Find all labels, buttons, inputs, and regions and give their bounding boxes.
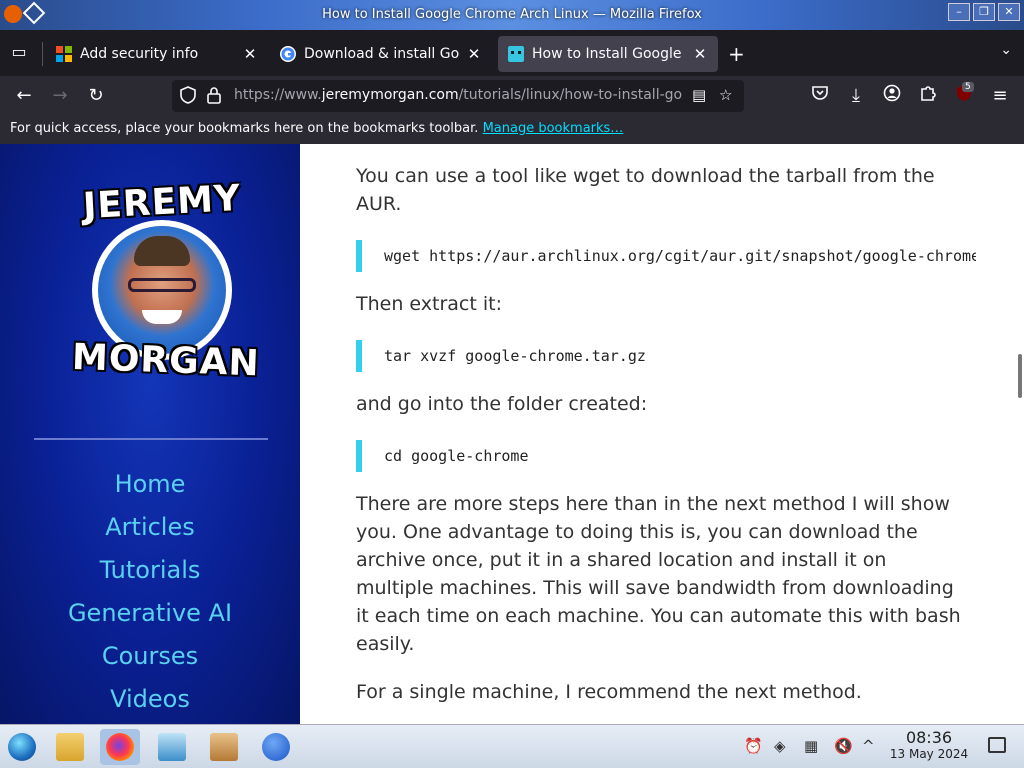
lock-icon[interactable] (206, 86, 222, 108)
forward-button[interactable]: → (48, 84, 72, 108)
close-tab-icon[interactable]: ✕ (466, 45, 482, 63)
article-content: You can use a tool like wget to download… (300, 144, 1024, 724)
reader-view-icon[interactable]: ▤ (692, 86, 706, 104)
extension-badge: 5 (962, 82, 974, 92)
url-domain: jeremymorgan.com (321, 87, 459, 103)
article-paragraph: For a single machine, I recommend the ne… (356, 681, 862, 703)
navigation-toolbar: ← → ↻ https://www.jeremymorgan.com/tutor… (0, 76, 1024, 116)
close-tab-icon[interactable]: ✕ (242, 45, 258, 63)
url-prefix: https://www. (234, 87, 322, 103)
minimize-button[interactable]: – (948, 3, 970, 21)
tab-label: Add security info (80, 46, 199, 62)
downloads-icon[interactable]: ⤓ (844, 84, 868, 108)
article-paragraph: and go into the folder created: (356, 393, 648, 415)
new-tab-button[interactable]: + (728, 42, 745, 66)
window-titlebar: How to Install Google Chrome Arch Linux … (0, 0, 1024, 30)
back-button[interactable]: ← (12, 84, 36, 108)
extensions-icon[interactable] (916, 84, 940, 108)
article-paragraph: Then extract it: (356, 293, 502, 315)
windows-orb-icon (8, 733, 36, 761)
firefox-view-icon[interactable]: ▭ (8, 42, 30, 64)
tab-bar: ▭ Add security info ✕ Download & install… (0, 30, 1024, 76)
tab-label: How to Install Google Ch (532, 46, 686, 62)
network-icon[interactable]: ◈ (774, 737, 786, 755)
tab-add-security-info[interactable]: Add security info ✕ (46, 36, 268, 72)
site-logo[interactable]: JEREMY MORGAN (71, 177, 261, 390)
close-window-button[interactable]: ✕ (998, 3, 1020, 21)
monitor-icon (158, 733, 186, 761)
taskbar-clock[interactable]: 08:36 13 May 2024 (880, 728, 978, 761)
clock-time: 08:36 (905, 728, 953, 747)
tab-download-install-google[interactable]: Download & install Goog ✕ (270, 36, 492, 72)
taskbar-system-monitor[interactable] (152, 729, 192, 765)
taskbar-firefox[interactable] (100, 729, 140, 765)
page-scrollbar[interactable] (1018, 354, 1022, 398)
taskbar-info[interactable] (256, 729, 296, 765)
tracking-protection-icon[interactable] (180, 86, 196, 108)
url-text[interactable]: https://www.jeremymorgan.com/tutorials/l… (234, 87, 682, 103)
volume-muted-icon[interactable]: 🔇 (834, 737, 853, 755)
reload-button[interactable]: ↻ (84, 84, 108, 108)
bookmarks-toolbar: For quick access, place your bookmarks h… (0, 116, 1024, 144)
url-path: /tutorials/linux/how-to-install-go (458, 87, 682, 103)
address-bar[interactable]: https://www.jeremymorgan.com/tutorials/l… (172, 80, 744, 112)
tab-how-to-install-google-chrome[interactable]: How to Install Google Ch ✕ (498, 36, 718, 72)
jeremymorgan-favicon (508, 46, 524, 62)
account-icon[interactable] (880, 84, 904, 108)
taskbar: ⏰ ◈ ▦ 🔇 ^ 08:36 13 May 2024 (0, 724, 1024, 768)
logo-text-top: JEREMY (81, 177, 243, 228)
manage-bookmarks-link[interactable]: Manage bookmarks… (483, 121, 624, 136)
code-block: cd google-chrome (356, 440, 976, 472)
sidebar-item-articles[interactable]: Articles (0, 513, 300, 541)
avatar (98, 226, 226, 354)
show-desktop-icon[interactable] (988, 737, 1006, 753)
clipboard-icon[interactable]: ▦ (804, 737, 818, 755)
article-paragraph: There are more steps here than in the ne… (356, 493, 961, 655)
tab-separator (42, 42, 43, 66)
window-title: How to Install Google Chrome Arch Linux … (322, 7, 702, 22)
sidebar-item-home[interactable]: Home (0, 470, 300, 498)
code-block: wget https://aur.archlinux.org/cgit/aur.… (356, 240, 976, 272)
show-hidden-icons-icon[interactable]: ^ (862, 737, 875, 755)
list-all-tabs-icon[interactable]: ⌄ (1000, 42, 1012, 58)
notifications-icon[interactable]: ⏰ (744, 737, 763, 755)
clock-date: 13 May 2024 (889, 747, 969, 761)
firefox-icon (106, 733, 134, 761)
folder-icon (56, 733, 84, 761)
sidebar-item-courses[interactable]: Courses (0, 642, 300, 670)
logo-text-bottom: MORGAN (71, 336, 261, 385)
close-tab-icon[interactable]: ✕ (692, 45, 708, 63)
code-block: tar xvzf google-chrome.tar.gz (356, 340, 976, 372)
taskbar-file-manager[interactable] (50, 729, 90, 765)
article-paragraph: You can use a tool like wget to download… (356, 165, 935, 215)
sidebar-item-generative-ai[interactable]: Generative AI (0, 599, 300, 627)
info-icon (262, 733, 290, 761)
microsoft-icon (56, 46, 72, 62)
app-menu-icon[interactable]: ≡ (988, 84, 1012, 108)
tab-label: Download & install Goog (304, 46, 460, 62)
site-sidebar: JEREMY MORGAN Home Articles Tutorials Ge… (0, 144, 300, 724)
sidebar-item-videos[interactable]: Videos (0, 685, 300, 713)
sidebar-divider (34, 438, 268, 440)
pocket-icon[interactable] (808, 84, 832, 108)
google-icon (280, 46, 296, 62)
start-menu-button[interactable] (2, 729, 42, 765)
maximize-button[interactable]: ❐ (973, 3, 995, 21)
package-icon (210, 733, 238, 761)
taskbar-archive-manager[interactable] (204, 729, 244, 765)
bookmark-star-icon[interactable]: ☆ (719, 86, 732, 104)
sidebar-item-tutorials[interactable]: Tutorials (0, 556, 300, 584)
bookmarks-message: For quick access, place your bookmarks h… (10, 121, 479, 136)
